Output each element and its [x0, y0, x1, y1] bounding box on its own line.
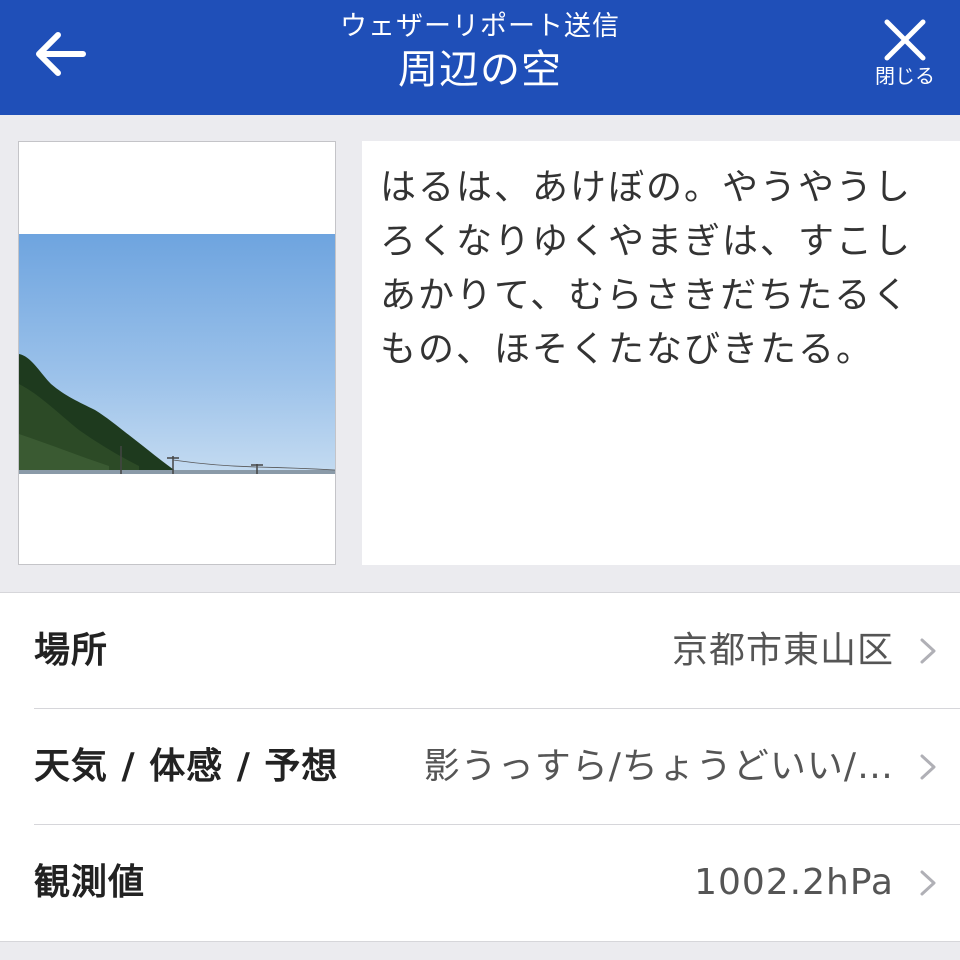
weather-row[interactable]: 天気 / 体感 / 予想 影うっすら/ちょうどいい/…	[0, 709, 960, 825]
app-header: ウェザーリポート送信 周辺の空 閉じる	[0, 0, 960, 115]
close-label: 閉じる	[875, 64, 935, 88]
comment-box[interactable]: はるは、あけぼの。やうやうしろくなりゆくやまぎは、すこしあかりて、むらさきだちた…	[362, 141, 960, 565]
weather-value: 影うっすら/ちょうどいい/…	[423, 746, 894, 787]
page-title: 周辺の空	[398, 47, 562, 93]
header-titles: ウェザーリポート送信 周辺の空	[0, 0, 960, 96]
observation-row[interactable]: 観測値 1002.2hPa	[0, 825, 960, 941]
observation-label: 観測値	[34, 862, 146, 903]
header-subtitle: ウェザーリポート送信	[340, 11, 620, 42]
chevron-right-icon	[920, 754, 936, 780]
location-label: 場所	[34, 630, 109, 671]
chevron-right-icon	[920, 870, 936, 896]
location-row[interactable]: 場所 京都市東山区	[0, 593, 960, 709]
report-details-list: 場所 京都市東山区 天気 / 体感 / 予想 影うっすら/ちょうどいい/… 観測…	[0, 592, 960, 942]
chevron-right-icon	[920, 638, 936, 664]
location-value: 京都市東山区	[671, 630, 894, 671]
close-button[interactable]: 閉じる	[862, 18, 948, 102]
observation-value: 1002.2hPa	[694, 862, 894, 903]
sky-photo[interactable]	[19, 234, 335, 474]
comment-text: はるは、あけぼの。やうやうしろくなりゆくやまぎは、すこしあかりて、むらさきだちた…	[380, 167, 913, 370]
photo-thumbnail[interactable]	[18, 141, 336, 565]
weather-label: 天気 / 体感 / 予想	[34, 746, 339, 787]
close-icon	[884, 19, 926, 61]
